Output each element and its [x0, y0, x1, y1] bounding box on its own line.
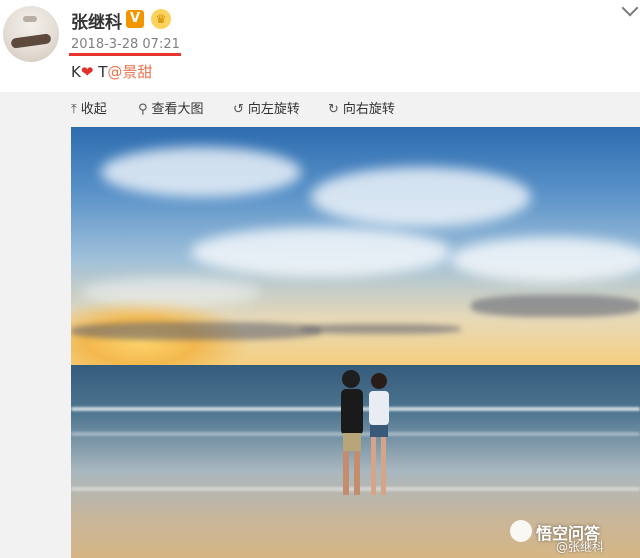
rotate-left-label: 向左旋转: [247, 102, 300, 117]
view-large-label: 查看大图: [151, 102, 204, 117]
watermark-user: @张继科: [556, 540, 605, 554]
rotate-right-button[interactable]: ↻ 向右旋转: [328, 98, 395, 117]
image-dark-cloud: [71, 322, 321, 340]
rotate-left-button[interactable]: ↺ 向左旋转: [233, 98, 300, 117]
search-icon: ⚲: [138, 102, 148, 117]
collapse-button[interactable]: ⤒ 收起: [71, 98, 107, 117]
rotate-right-icon: ↻: [328, 102, 339, 117]
username[interactable]: 张继科: [71, 8, 122, 33]
rotate-right-label: 向右旋转: [342, 102, 395, 117]
chevron-down-icon[interactable]: [621, 0, 639, 17]
timestamp-highlight-underline: [69, 53, 181, 56]
avatar-figure: [10, 33, 52, 49]
post-text: K❤ T@景甜: [71, 61, 152, 82]
post-timestamp[interactable]: 2018-3-28 07:21: [71, 37, 180, 52]
image-cloud: [81, 277, 261, 307]
heart-icon: ❤: [80, 63, 94, 81]
post-header: 张继科 V ♛ 2018-3-28 07:21 K❤ T@景甜: [0, 0, 640, 92]
verified-badge-icon: V: [126, 10, 144, 28]
post-image[interactable]: [71, 127, 640, 558]
image-dark-cloud: [301, 324, 461, 334]
wukong-logo-icon: [510, 520, 532, 542]
collapse-label: 收起: [80, 102, 107, 117]
avatar[interactable]: [3, 6, 59, 62]
post-text-mid: T: [93, 63, 108, 81]
post-text-prefix: K: [71, 63, 81, 81]
crown-icon: ♛: [151, 9, 171, 29]
view-large-button[interactable]: ⚲ 查看大图: [138, 98, 204, 117]
image-cloud: [311, 167, 531, 227]
arrow-up-icon: ⤒: [71, 102, 77, 117]
mention-link[interactable]: @景甜: [107, 63, 152, 81]
image-dark-cloud: [471, 295, 640, 317]
image-cloud: [191, 227, 451, 277]
avatar-detail: [23, 16, 37, 22]
image-cloud: [101, 147, 301, 197]
image-cloud: [451, 237, 640, 282]
rotate-left-icon: ↺: [233, 102, 244, 117]
image-couple: [341, 370, 389, 495]
